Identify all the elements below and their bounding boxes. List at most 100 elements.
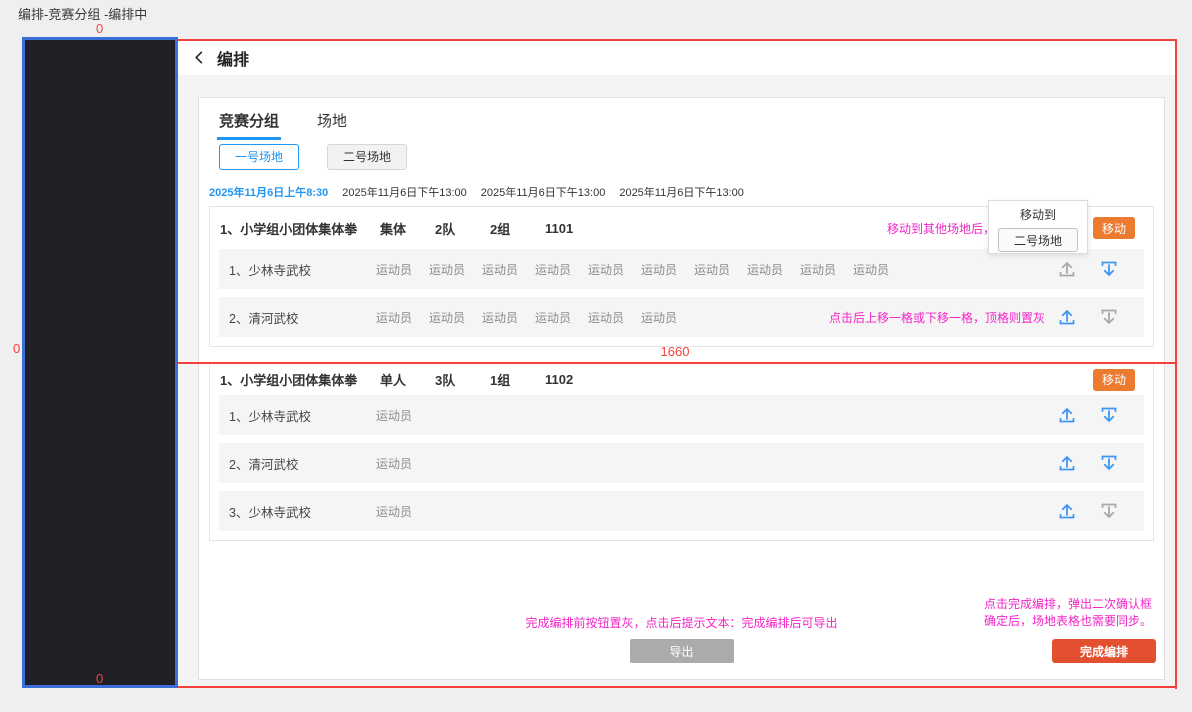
athlete-cell: 运动员 <box>482 310 519 325</box>
athlete-cell: 运动员 <box>800 262 837 277</box>
group-meta-teams: 3队 <box>435 373 456 388</box>
export-button[interactable]: 导出 <box>629 639 734 663</box>
school-name: 2、清河武校 <box>229 457 299 472</box>
annotation-note-finish-line1: 点击完成编排，弹出二次确认框 <box>983 597 1152 611</box>
redline-marker-left: 0 <box>13 341 21 356</box>
athlete-cell: 运动员 <box>376 504 413 519</box>
table-row: 1、少林寺武校 运动员 运动员 运动员 运动员 运动员 运动员 运动员 运动员 … <box>219 249 1144 289</box>
move-up-icon[interactable] <box>1057 405 1077 425</box>
tab-bar: 竞赛分组 场地 <box>216 110 347 140</box>
move-up-icon[interactable] <box>1057 453 1077 473</box>
athlete-cell: 运动员 <box>376 310 413 325</box>
athlete-cell: 运动员 <box>376 408 413 423</box>
move-up-icon[interactable] <box>1057 501 1077 521</box>
athlete-cell: 运动员 <box>641 262 678 277</box>
redline-top <box>178 39 1177 41</box>
group-meta-groups: 1组 <box>490 373 511 388</box>
annotation-note-finish: 点击完成编排，弹出二次确认框 确定后，场地表格也需要同步。 <box>984 596 1152 630</box>
athlete-list: 运动员 <box>376 503 1057 520</box>
move-down-icon[interactable] <box>1099 453 1119 473</box>
session-item[interactable]: 2025年11月6日下午13:00 <box>619 184 744 200</box>
session-item[interactable]: 2025年11月6日下午13:00 <box>342 184 467 200</box>
venue-button-2[interactable]: 二号场地 <box>327 144 407 170</box>
move-up-icon[interactable] <box>1057 307 1077 327</box>
group-title: 1、小学组小团体集体拳 <box>220 373 358 388</box>
venue-button-1[interactable]: 一号场地 <box>219 144 299 170</box>
athlete-list: 运动员 <box>376 455 1057 472</box>
athlete-list: 运动员 <box>376 407 1057 424</box>
tab-competition-groups[interactable]: 竞赛分组 <box>216 110 282 140</box>
tab-venues[interactable]: 场地 <box>317 110 347 140</box>
main-header: 编排 <box>178 40 1177 75</box>
redline-marker-top: 0 <box>96 21 104 36</box>
page-state-label: 编排-竞赛分组 -编排中 <box>18 7 148 22</box>
table-row: 2、清河武校 运动员 运动员 运动员 运动员 运动员 运动员 点击后上移一格或下… <box>219 297 1144 337</box>
athlete-cell: 运动员 <box>535 310 572 325</box>
move-down-icon[interactable] <box>1099 259 1119 279</box>
table-row: 3、少林寺武校 运动员 <box>219 491 1144 531</box>
move-down-icon[interactable] <box>1099 405 1119 425</box>
table-row: 2、清河武校 运动员 <box>219 443 1144 483</box>
group-meta-teams: 2队 <box>435 221 456 237</box>
school-name: 1、少林寺武校 <box>229 409 311 424</box>
group-meta-type: 集体 <box>380 221 407 237</box>
session-item[interactable]: 2025年11月6日上午8:30 <box>209 184 328 200</box>
athlete-cell: 运动员 <box>429 262 466 277</box>
content-area: 竞赛分组 场地 一号场地 二号场地 2025年11月6日上午8:30 2025年… <box>178 75 1177 688</box>
athlete-cell: 运动员 <box>694 262 731 277</box>
group-rows: 1、少林寺武校 运动员 运动员 运动员 运动员 运动员 运动员 运动员 运动员 … <box>210 249 1153 346</box>
group-title: 1、小学组小团体集体拳 <box>220 221 358 237</box>
redline-marker-bottom: 0 <box>96 671 104 686</box>
redline-height-label: 1660 <box>660 344 690 359</box>
athlete-cell: 运动员 <box>376 456 413 471</box>
annotation-note-finish-line2: 确定后，场地表格也需要同步。 <box>983 614 1152 628</box>
page-heading: 编排 <box>217 51 250 69</box>
row-move-controls <box>1057 405 1119 425</box>
athlete-cell: 运动员 <box>482 262 519 277</box>
move-button[interactable]: 移动 <box>1093 368 1135 391</box>
redline-bottom <box>178 686 1177 688</box>
athlete-cell: 运动员 <box>429 310 466 325</box>
athlete-cell: 运动员 <box>535 262 572 277</box>
table-row: 1、少林寺武校 运动员 <box>219 395 1144 435</box>
sidebar-placeholder <box>22 37 178 688</box>
group-rows: 1、少林寺武校 运动员 2、清河武校 运动员 3、少林寺武校 运动员 <box>210 395 1153 540</box>
group-meta-code: 1101 <box>545 220 574 236</box>
athlete-cell: 运动员 <box>853 262 890 277</box>
school-name: 3、少林寺武校 <box>229 505 311 520</box>
back-button[interactable]: 编排 <box>192 46 249 70</box>
group-header: 1、小学组小团体集体拳 单人 3队 1组 1102 移动 <box>210 364 1153 395</box>
chevron-left-icon <box>195 51 203 64</box>
popup-title: 移动到 <box>1019 208 1056 222</box>
athlete-cell: 运动员 <box>588 310 625 325</box>
athlete-cell: 运动员 <box>641 310 678 325</box>
school-name: 1、少林寺武校 <box>229 263 311 278</box>
venue-switcher: 一号场地 二号场地 <box>219 144 407 170</box>
popup-venue-option[interactable]: 二号场地 <box>998 228 1078 252</box>
athlete-list: 运动员 运动员 运动员 运动员 运动员 运动员 <box>376 309 829 326</box>
session-list: 2025年11月6日上午8:30 2025年11月6日下午13:00 2025年… <box>209 184 744 200</box>
row-move-controls <box>1057 453 1119 473</box>
row-move-controls <box>1057 259 1119 279</box>
athlete-cell: 运动员 <box>588 262 625 277</box>
athlete-cell: 运动员 <box>747 262 784 277</box>
main-card: 竞赛分组 场地 一号场地 二号场地 2025年11月6日上午8:30 2025年… <box>198 97 1165 680</box>
redline-right <box>1175 39 1177 689</box>
athlete-cell: 运动员 <box>376 262 413 277</box>
move-down-icon[interactable] <box>1099 501 1119 521</box>
session-item[interactable]: 2025年11月6日下午13:00 <box>481 184 606 200</box>
group-meta-code: 1102 <box>545 372 574 387</box>
row-move-controls <box>1057 307 1119 327</box>
move-up-icon[interactable] <box>1057 259 1077 279</box>
group-meta-groups: 2组 <box>490 221 511 237</box>
annotation-note-reorder: 点击后上移一格或下移一格，顶格则置灰 <box>828 310 1045 325</box>
move-button[interactable]: 移动 <box>1093 217 1135 239</box>
finish-arrange-button[interactable]: 完成编排 <box>1052 639 1156 663</box>
move-down-icon[interactable] <box>1099 307 1119 327</box>
redline-measure <box>178 362 1177 364</box>
school-name: 2、清河武校 <box>229 311 299 326</box>
group-table-2: 1、小学组小团体集体拳 单人 3队 1组 1102 移动 1、少林寺武校 运动员 <box>209 363 1154 541</box>
athlete-list: 运动员 运动员 运动员 运动员 运动员 运动员 运动员 运动员 运动员 运动员 <box>376 261 1057 278</box>
move-to-popup: 移动到 二号场地 <box>988 200 1088 254</box>
row-move-controls <box>1057 501 1119 521</box>
